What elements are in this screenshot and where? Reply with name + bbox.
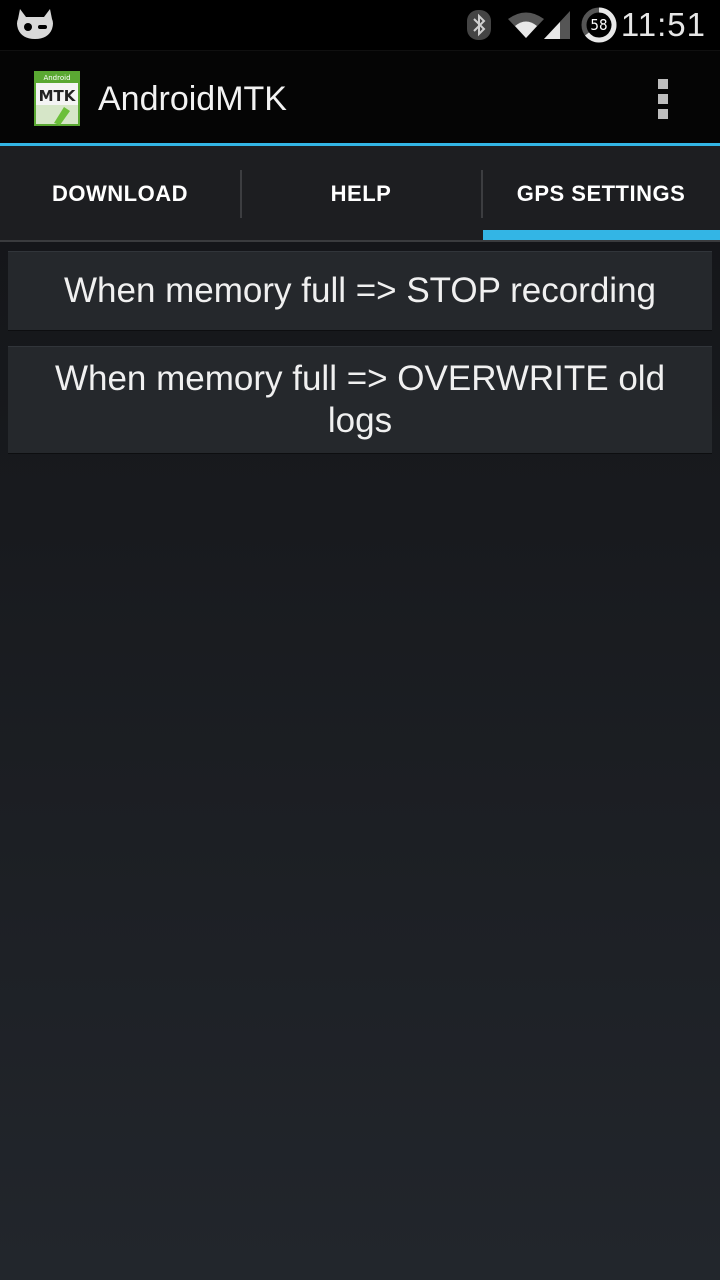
app-title: AndroidMTK	[98, 80, 287, 118]
bluetooth-icon	[467, 10, 491, 40]
tab-download[interactable]: DOWNLOAD	[0, 146, 240, 242]
battery-level: 58	[590, 16, 608, 34]
tab-bar-divider	[0, 240, 720, 242]
app-icon-text: MTK	[39, 87, 77, 105]
app-icon-small-text: Android	[43, 74, 70, 82]
clock: 11:51	[620, 6, 706, 43]
screen: 58 11:51 MTK Android AndroidMTK DOWNLOAD…	[0, 0, 720, 1280]
overwrite-logs-button[interactable]: When memory full => OVERWRITE old logs	[8, 346, 712, 454]
app-icon[interactable]: MTK Android	[34, 71, 80, 126]
tab-gps-settings[interactable]: GPS SETTINGS	[482, 146, 720, 242]
signal-icon	[544, 11, 570, 39]
tab-help[interactable]: HELP	[241, 146, 481, 242]
cyanogen-icon	[17, 9, 53, 39]
wifi-icon	[508, 12, 544, 38]
tab-bar: DOWNLOAD HELP GPS SETTINGS	[0, 146, 720, 242]
status-bar: 58 11:51	[0, 0, 720, 50]
overflow-menu-icon[interactable]	[650, 77, 676, 121]
action-bar: MTK Android AndroidMTK	[0, 50, 720, 144]
tab-selected-indicator	[483, 230, 720, 240]
stop-recording-button[interactable]: When memory full => STOP recording	[8, 251, 712, 331]
